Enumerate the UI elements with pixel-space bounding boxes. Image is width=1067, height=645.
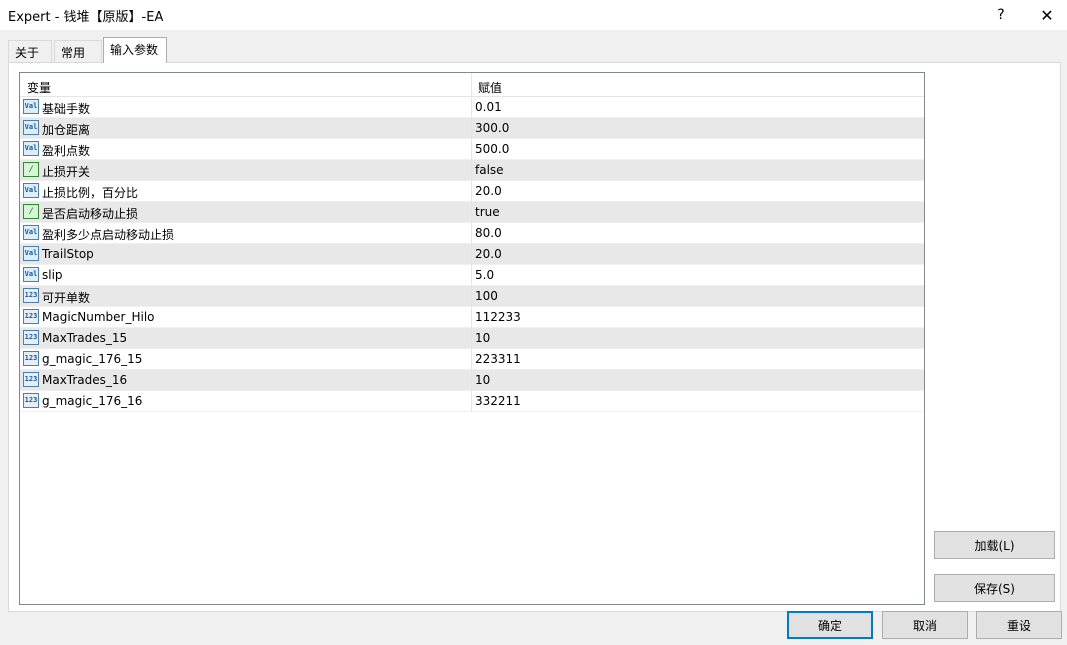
- parameter-name: 加仓距离: [42, 123, 91, 137]
- int-value-icon: 123: [23, 330, 39, 345]
- parameter-name: TrailStop: [42, 247, 94, 261]
- parameter-name: 盈利多少点启动移动止损: [42, 228, 175, 242]
- parameter-name: MagicNumber_Hilo: [42, 310, 155, 324]
- column-header-value[interactable]: 赋值: [478, 79, 502, 96]
- table-row[interactable]: ⁄ 是否启动移动止损 true: [20, 202, 924, 223]
- table-row[interactable]: Val 盈利点数 500.0: [20, 139, 924, 160]
- double-value-icon: Val: [23, 267, 39, 282]
- reset-button[interactable]: 重设: [976, 611, 1062, 639]
- double-value-icon: Val: [23, 141, 39, 156]
- cell-divider: [471, 139, 472, 160]
- int-value-icon: 123: [23, 351, 39, 366]
- tab-common[interactable]: 常用: [54, 40, 102, 62]
- parameter-value[interactable]: 10: [475, 331, 490, 345]
- table-row[interactable]: Val 基础手数 0.01: [20, 97, 924, 118]
- title-bar: Expert - 钱堆【原版】-EA ? ✕: [0, 0, 1067, 30]
- double-value-icon: Val: [23, 99, 39, 114]
- parameter-name: 盈利点数: [42, 144, 91, 158]
- cell-divider: [471, 307, 472, 328]
- tab-inputs[interactable]: 输入参数: [103, 37, 167, 63]
- cell-divider: [471, 160, 472, 181]
- save-button[interactable]: 保存(S): [934, 574, 1055, 602]
- table-row[interactable]: Val 盈利多少点启动移动止损 80.0: [20, 223, 924, 244]
- cell-divider: [471, 349, 472, 370]
- parameter-value[interactable]: true: [475, 205, 500, 219]
- cell-divider: [471, 265, 472, 286]
- parameter-name: MaxTrades_16: [42, 373, 128, 387]
- table-row[interactable]: 123 MaxTrades_15 10: [20, 328, 924, 349]
- parameter-value[interactable]: 112233: [475, 310, 521, 324]
- load-button[interactable]: 加载(L): [934, 531, 1055, 559]
- double-value-icon: Val: [23, 183, 39, 198]
- bool-value-icon: ⁄: [23, 162, 39, 177]
- cell-divider: [471, 286, 472, 307]
- parameter-value[interactable]: 223311: [475, 352, 521, 366]
- parameter-name: MaxTrades_15: [42, 331, 128, 345]
- parameter-name: 止损开关: [42, 165, 91, 179]
- parameter-name: 是否启动移动止损: [42, 207, 139, 221]
- parameter-value[interactable]: 20.0: [475, 247, 502, 261]
- cell-divider: [471, 244, 472, 265]
- parameter-value[interactable]: 5.0: [475, 268, 494, 282]
- int-value-icon: 123: [23, 393, 39, 408]
- parameter-value[interactable]: 332211: [475, 394, 521, 408]
- tab-about[interactable]: 关于: [8, 40, 52, 62]
- table-row[interactable]: Val slip 5.0: [20, 265, 924, 286]
- int-value-icon: 123: [23, 309, 39, 324]
- double-value-icon: Val: [23, 225, 39, 240]
- table-row[interactable]: 123 g_magic_176_16 332211: [20, 391, 924, 412]
- table-row[interactable]: 123 MaxTrades_16 10: [20, 370, 924, 391]
- parameter-value[interactable]: 300.0: [475, 121, 509, 135]
- table-row[interactable]: Val 止损比例，百分比 20.0: [20, 181, 924, 202]
- ok-button[interactable]: 确定: [787, 611, 873, 639]
- parameter-value[interactable]: 80.0: [475, 226, 502, 240]
- cancel-button[interactable]: 取消: [882, 611, 968, 639]
- double-value-icon: Val: [23, 246, 39, 261]
- parameter-value[interactable]: 0.01: [475, 100, 502, 114]
- parameter-value[interactable]: 500.0: [475, 142, 509, 156]
- int-value-icon: 123: [23, 288, 39, 303]
- parameters-grid: 变量 赋值 Val 基础手数 0.01 Val 加仓距离 300.0 Val 盈利点数 500.…: [19, 72, 925, 605]
- parameter-name: g_magic_176_15: [42, 352, 143, 366]
- help-button[interactable]: ?: [978, 0, 1024, 30]
- table-row[interactable]: Val TrailStop 20.0: [20, 244, 924, 265]
- parameter-name: g_magic_176_16: [42, 394, 143, 408]
- parameter-value[interactable]: false: [475, 163, 504, 177]
- int-value-icon: 123: [23, 372, 39, 387]
- parameter-name: 可开单数: [42, 291, 91, 305]
- cell-divider: [471, 202, 472, 223]
- table-row[interactable]: 123 MagicNumber_Hilo 112233: [20, 307, 924, 328]
- table-row[interactable]: ⁄ 止损开关 false: [20, 160, 924, 181]
- double-value-icon: Val: [23, 120, 39, 135]
- bool-value-icon: ⁄: [23, 204, 39, 219]
- cell-divider: [471, 370, 472, 391]
- parameter-value[interactable]: 10: [475, 373, 490, 387]
- parameter-name: slip: [42, 268, 63, 282]
- close-button[interactable]: ✕: [1024, 0, 1067, 30]
- grid-rows: Val 基础手数 0.01 Val 加仓距离 300.0 Val 盈利点数 500.0 ⁄ 止损开关…: [20, 97, 924, 412]
- cell-divider: [471, 391, 472, 412]
- parameter-name: 基础手数: [42, 102, 91, 116]
- table-row[interactable]: Val 加仓距离 300.0: [20, 118, 924, 139]
- grid-header: 变量 赋值: [20, 73, 924, 97]
- table-row[interactable]: 123 可开单数 100: [20, 286, 924, 307]
- column-header-variable[interactable]: 变量: [27, 79, 51, 96]
- parameter-value[interactable]: 20.0: [475, 184, 502, 198]
- cell-divider: [471, 223, 472, 244]
- table-row[interactable]: 123 g_magic_176_15 223311: [20, 349, 924, 370]
- parameter-value[interactable]: 100: [475, 289, 498, 303]
- cell-divider: [471, 181, 472, 202]
- column-divider[interactable]: [471, 73, 472, 97]
- cell-divider: [471, 118, 472, 139]
- window-title: Expert - 钱堆【原版】-EA: [8, 10, 164, 25]
- cell-divider: [471, 97, 472, 118]
- parameter-name: 止损比例，百分比: [42, 186, 139, 200]
- cell-divider: [471, 328, 472, 349]
